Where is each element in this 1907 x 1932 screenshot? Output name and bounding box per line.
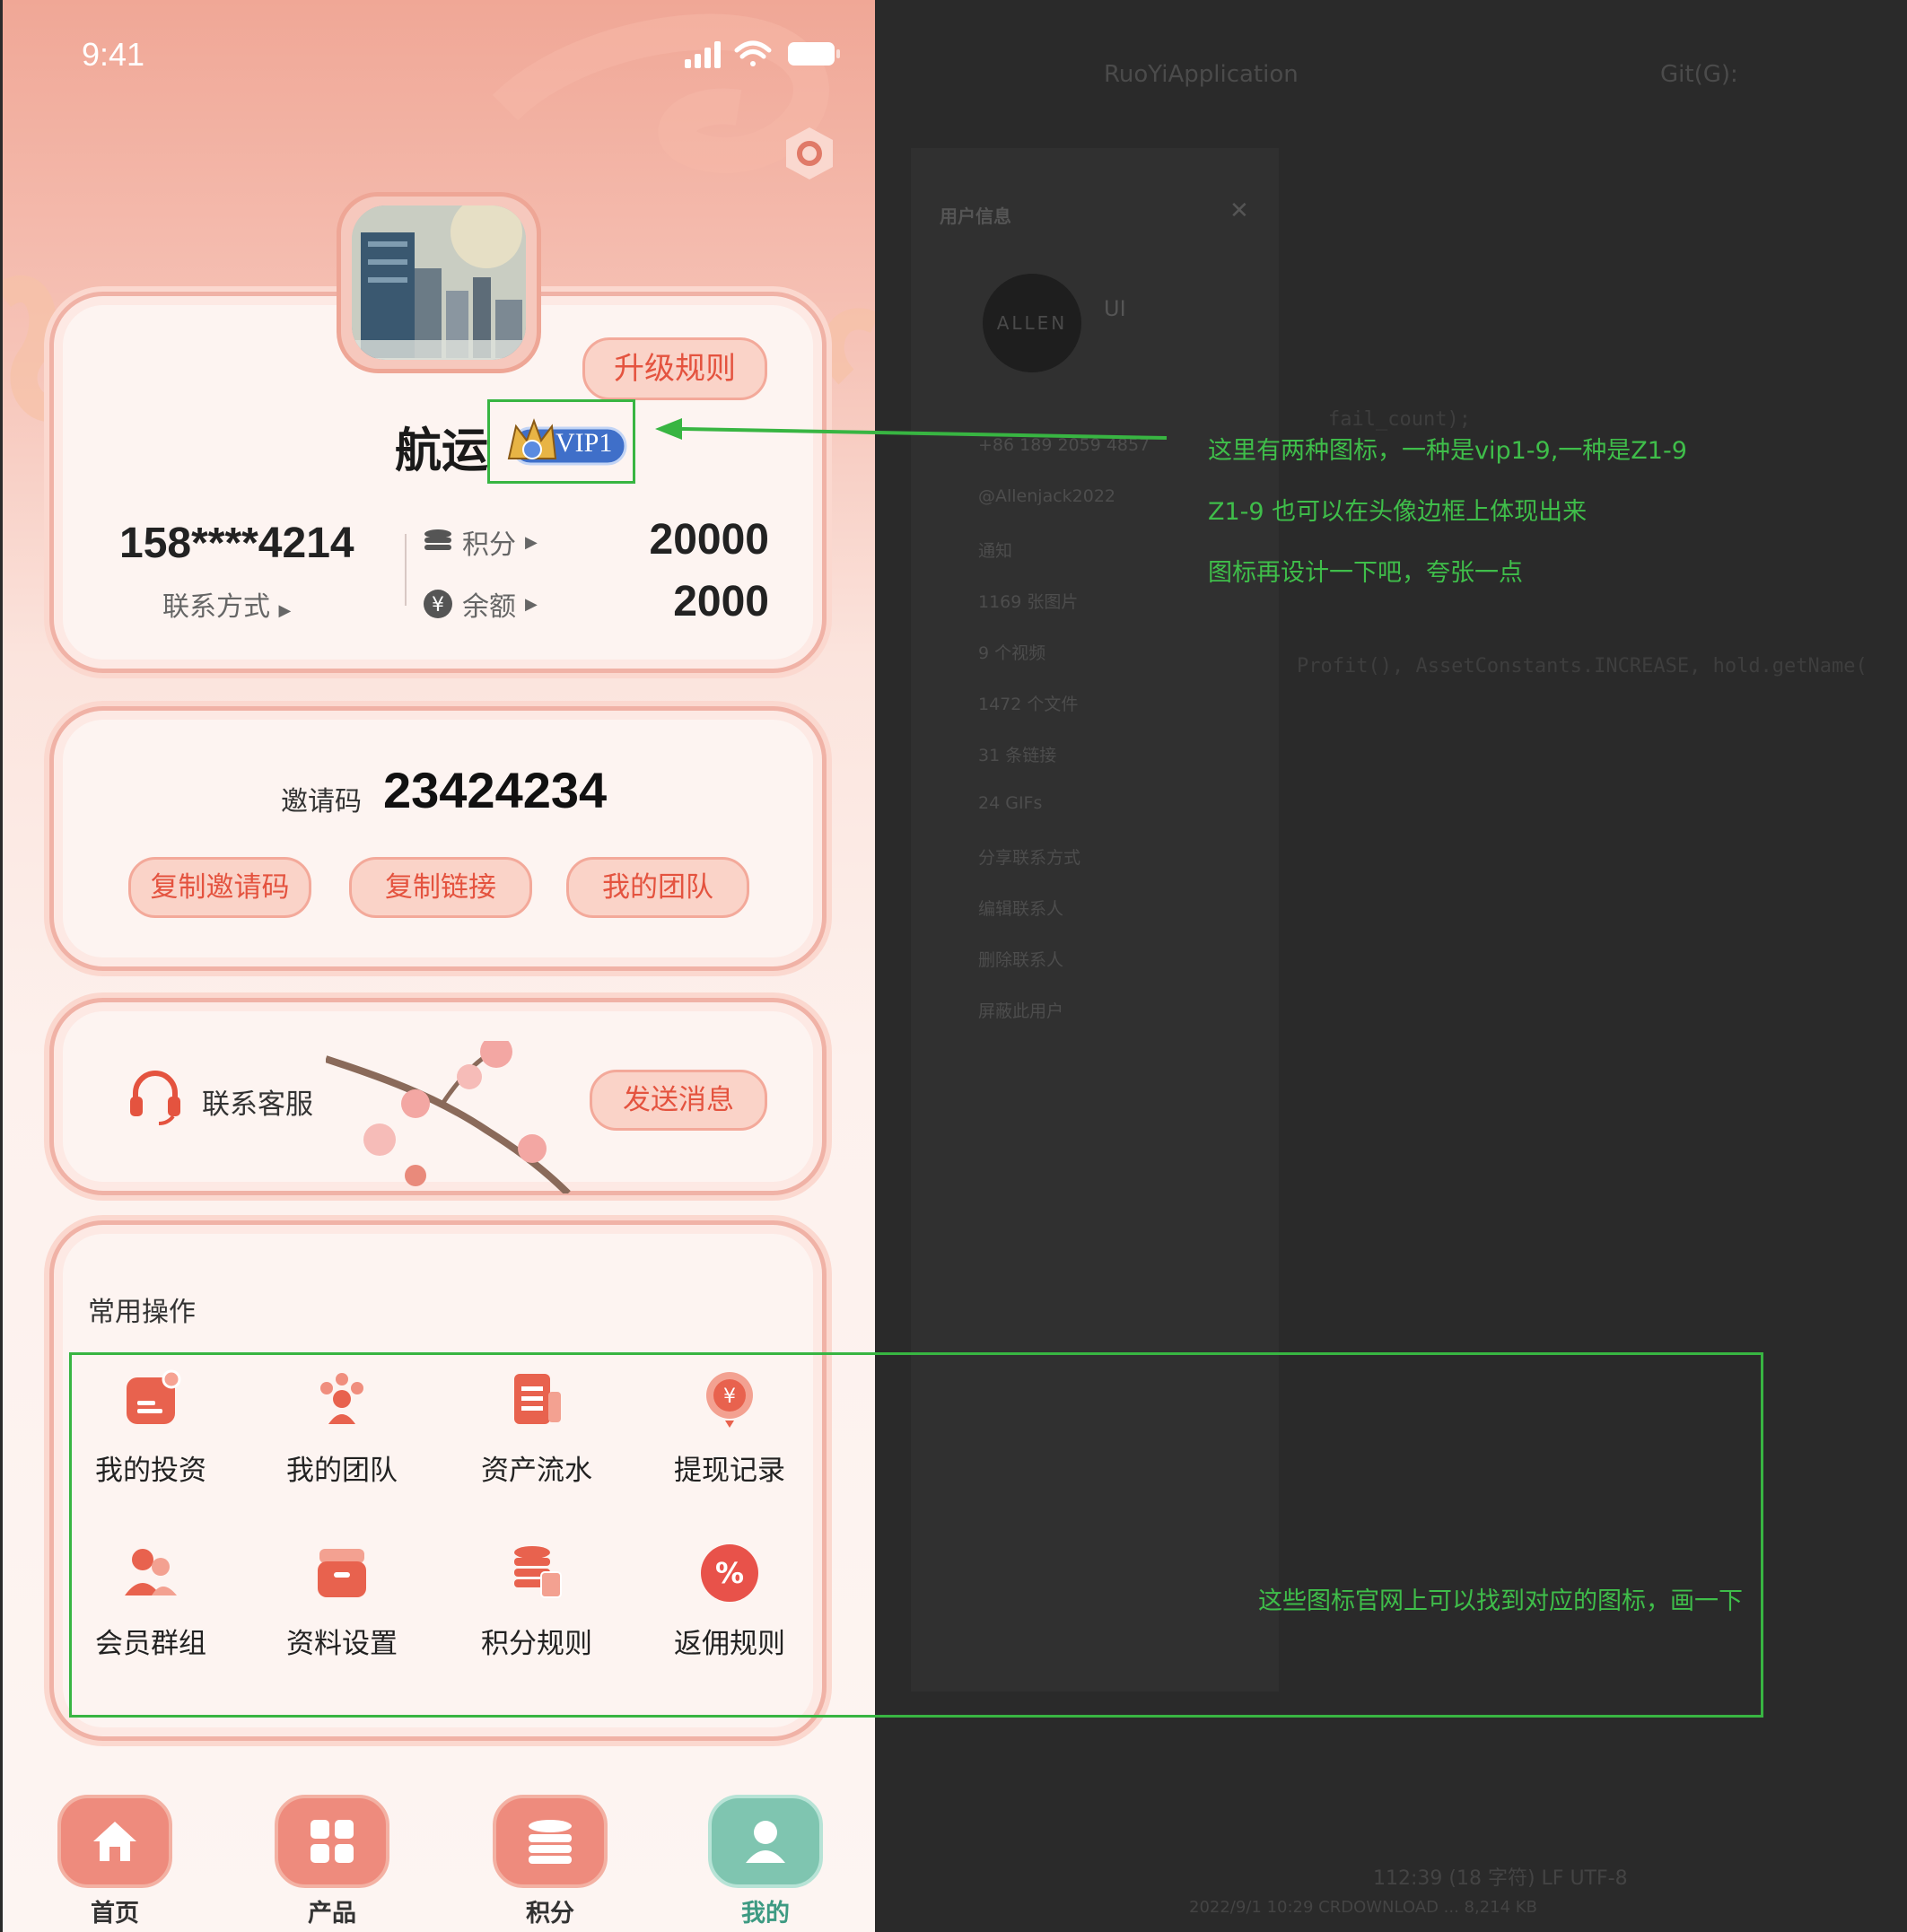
contact-label: 联系方式 — [162, 591, 270, 623]
triangle-right-icon: ▶ — [278, 601, 292, 620]
coin-stack-icon — [424, 529, 451, 550]
avatar-image — [352, 205, 526, 360]
tab-label: 首页 — [91, 1900, 139, 1928]
annotation-box-ops — [69, 1352, 1763, 1718]
list-item[interactable]: 删除联系人 — [978, 947, 1150, 998]
ide-toolbar: RuoYiApplication Git(G): — [875, 54, 1907, 99]
points-link[interactable]: 积分 ▶ — [423, 522, 538, 562]
city-skyline-image — [352, 205, 526, 360]
username: 航运 — [395, 424, 489, 478]
user-icon — [708, 1795, 823, 1888]
list-item[interactable]: 屏蔽此用户 — [978, 998, 1150, 1049]
service-label: 联系客服 — [202, 1088, 313, 1121]
svg-text:¥: ¥ — [432, 594, 444, 616]
tab-home[interactable]: 首页 — [52, 1795, 178, 1928]
upgrade-rules-button[interactable]: 升级规则 — [582, 337, 767, 400]
panel-avatar: ALLEN — [983, 274, 1081, 372]
phone-number: 158****4214 — [119, 520, 354, 567]
coin-stack-icon — [493, 1795, 608, 1888]
list-item[interactable]: 24 GIFs — [978, 793, 1150, 844]
annotation-text: Z1-9 也可以在头像边框上体现出来 — [1208, 498, 1588, 526]
list-item[interactable]: 31 条链接 — [978, 742, 1150, 793]
yuan-icon: ¥ — [424, 590, 452, 618]
triangle-right-icon: ▶ — [525, 532, 538, 552]
close-icon[interactable]: ✕ — [1229, 197, 1249, 224]
annotation-text: 这些图标官网上可以找到对应的图标，画一下 — [1258, 1587, 1743, 1615]
run-config-selector[interactable]: RuoYiApplication — [1104, 61, 1299, 88]
balance-value: 2000 — [673, 578, 769, 625]
points-label: 积分 — [462, 529, 516, 561]
annotation-text: 图标再设计一下吧，夸张一点 — [1208, 559, 1523, 587]
headset-icon — [130, 1071, 180, 1125]
list-item[interactable]: 通知 — [978, 538, 1150, 589]
balance-link[interactable]: ¥ 余额 ▶ — [423, 584, 538, 624]
wifi-icon — [734, 40, 772, 66]
tab-label: 我的 — [741, 1900, 790, 1928]
invite-code: 23424234 — [383, 762, 608, 818]
download-text: 2022/9/1 10:29 CRDOWNLOAD ... 8,214 KB — [1189, 1898, 1537, 1917]
tab-label: 积分 — [526, 1900, 574, 1928]
home-icon — [57, 1795, 172, 1888]
status-time: 9:41 — [82, 36, 145, 73]
common-ops-title: 常用操作 — [88, 1297, 196, 1328]
invite-label: 邀请码 — [281, 786, 362, 817]
signal-icon — [685, 41, 721, 68]
divider — [405, 534, 407, 606]
panel-list: +86 189 2059 4857 @Allenjack2022 通知 1169… — [978, 435, 1150, 1049]
list-item[interactable]: 编辑联系人 — [978, 896, 1150, 947]
settings-icon[interactable] — [782, 126, 837, 181]
points-value: 20000 — [649, 516, 769, 564]
panel-title: 用户信息 — [940, 205, 1011, 227]
code-line: Profit(), AssetConstants.INCREASE, hold.… — [1297, 655, 1868, 678]
triangle-right-icon: ▶ — [525, 594, 538, 614]
tab-mine[interactable]: 我的 — [703, 1795, 828, 1928]
list-item[interactable]: 分享联系方式 — [978, 844, 1150, 896]
blossom-branch-decoration — [326, 1041, 571, 1193]
git-menu[interactable]: Git(G): — [1660, 61, 1738, 88]
battery-icon — [788, 42, 840, 66]
contact-link[interactable]: 联系方式 ▶ — [162, 584, 291, 624]
tab-label: 产品 — [308, 1900, 356, 1928]
status-bar: 9:41 — [3, 0, 875, 108]
list-item: @Allenjack2022 — [978, 486, 1116, 506]
list-item[interactable]: 1169 张图片 — [978, 589, 1150, 640]
bottom-tabbar: 首页 产品 积分 我的 — [3, 1786, 875, 1932]
code-line: fail_count); — [1328, 408, 1471, 431]
invite-card — [49, 706, 827, 971]
tab-products[interactable]: 产品 — [269, 1795, 395, 1928]
status-icons — [685, 40, 840, 68]
copy-invite-code-button[interactable]: 复制邀请码 — [128, 857, 311, 918]
send-message-button[interactable]: 发送消息 — [590, 1070, 767, 1131]
copy-link-button[interactable]: 复制链接 — [349, 857, 532, 918]
annotation-text: 这里有两种图标，一种是vip1-9,一种是Z1-9 — [1208, 437, 1687, 465]
list-item: +86 189 2059 4857 — [978, 435, 1150, 455]
list-item[interactable]: 1472 个文件 — [978, 691, 1150, 742]
panel-username: UI — [1104, 296, 1126, 321]
ide-status-bar: 112:39 (18 字符) LF UTF-8 2022/9/1 10:29 C… — [875, 1862, 1907, 1932]
grid-icon — [275, 1795, 389, 1888]
balance-label: 余额 — [462, 591, 516, 623]
status-text: 112:39 (18 字符) LF UTF-8 — [1373, 1867, 1628, 1890]
my-team-button[interactable]: 我的团队 — [566, 857, 749, 918]
list-item[interactable]: 9 个视频 — [978, 640, 1150, 691]
annotation-box-vip — [487, 399, 635, 484]
avatar[interactable] — [337, 192, 541, 373]
tab-points[interactable]: 积分 — [487, 1795, 613, 1928]
